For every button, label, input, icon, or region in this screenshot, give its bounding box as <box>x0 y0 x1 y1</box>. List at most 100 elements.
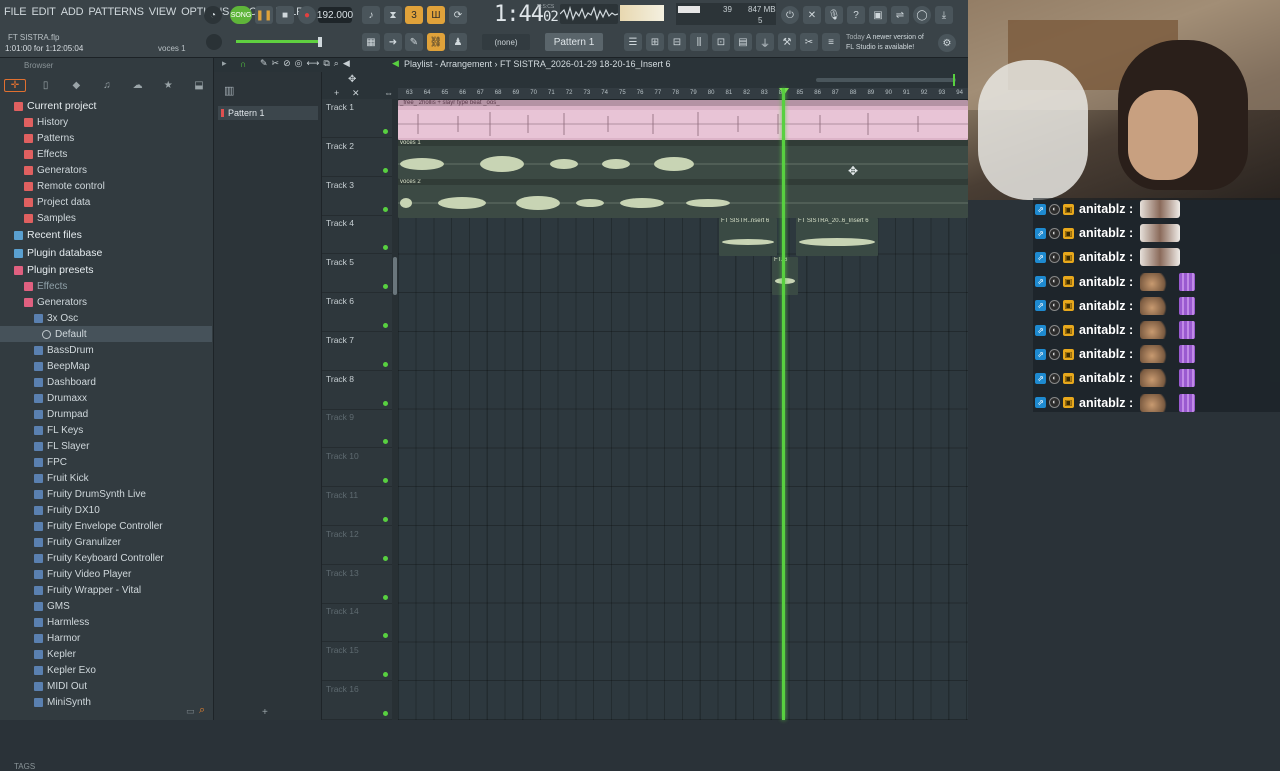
browser-item[interactable]: Project data <box>0 194 212 210</box>
browser-item[interactable]: MIDI Out <box>0 678 212 694</box>
faders-icon[interactable]: ⫼ <box>690 33 708 51</box>
browser-file-icon[interactable]: ▯ <box>35 80 57 91</box>
browser-item[interactable]: Patterns <box>0 130 212 146</box>
step-edit-icon[interactable]: Ш <box>427 6 445 24</box>
move-icon[interactable]: ✥ <box>348 74 356 85</box>
audio-clip-beat[interactable]: _free_ 2hollis + slayr type beat _oos_ <box>398 100 968 140</box>
browser-item[interactable]: BeepMap <box>0 358 212 374</box>
routing-icon[interactable]: ⊡ <box>712 33 730 51</box>
track-mute-led[interactable] <box>383 478 388 484</box>
news-panel[interactable]: Today A newer version of FL Studio is av… <box>846 33 924 53</box>
browser-item[interactable]: Plugin presets <box>0 262 212 278</box>
track-mute-led[interactable] <box>383 206 388 212</box>
playlist-icon[interactable]: ☰ <box>624 33 642 51</box>
browser-item[interactable]: MiniSynth <box>0 694 212 710</box>
menu-patterns[interactable]: PATTERNS <box>88 6 144 18</box>
playlist-options-icon[interactable]: ▸ <box>222 58 227 69</box>
scroll-thumb[interactable] <box>816 78 956 82</box>
track-mute-led[interactable] <box>383 323 388 328</box>
browser-item[interactable]: Fruit Kick <box>0 470 212 486</box>
browser-item[interactable]: Fruity Wrapper - Vital <box>0 582 212 598</box>
pattern-item[interactable]: Pattern 1 <box>218 106 318 120</box>
song-mode-button[interactable]: SONG <box>230 6 252 24</box>
track-mute-led[interactable] <box>383 517 388 522</box>
browser-item[interactable]: Current project <box>0 98 212 114</box>
audio-clip-insert-6-a[interactable]: FT SISTR..nsert 6 <box>719 218 777 256</box>
browser-item[interactable]: History <box>0 114 212 130</box>
browser-item[interactable]: FL Keys <box>0 422 212 438</box>
track-header[interactable]: Track 6 <box>322 293 392 332</box>
vertical-scroll-thumb[interactable] <box>393 257 397 295</box>
countdown-icon[interactable]: 3 <box>405 6 423 24</box>
add-track-icon[interactable]: + <box>334 88 339 98</box>
loop-record-icon[interactable]: ⟳ <box>449 6 467 24</box>
track-header[interactable]: Track 5 <box>322 254 392 294</box>
close-icon[interactable]: ✕ <box>803 6 821 24</box>
microphone-icon[interactable]: 🎙︎ <box>825 6 843 24</box>
brush-icon[interactable]: ✎ <box>405 33 423 51</box>
track-header[interactable]: Track 1 <box>322 99 392 138</box>
undo-history-icon[interactable]: ⏻ <box>781 6 799 24</box>
browser-item[interactable]: Harmless <box>0 614 212 630</box>
browser-item[interactable]: Generators <box>0 294 212 310</box>
master-volume-handle[interactable] <box>318 37 322 47</box>
browser-cloud-icon[interactable]: ☁ <box>127 80 149 91</box>
browser-item[interactable]: Generators <box>0 162 212 178</box>
audio-clip-insert-6-c[interactable]: FT..6 <box>772 257 798 295</box>
wrench-icon[interactable]: ⚒ <box>778 33 796 51</box>
browser-plugin-icon[interactable]: ◆ <box>65 80 87 91</box>
playlist-grid[interactable]: _free_ 2hollis + slayr type beat _oos_ v… <box>398 100 968 720</box>
stamp-icon[interactable]: ♟ <box>449 33 467 51</box>
browser-item[interactable]: Harmor <box>0 630 212 646</box>
pattern-snap-select[interactable]: (none) <box>482 34 530 50</box>
track-mute-led[interactable] <box>383 361 388 367</box>
track-header[interactable]: Track 7 <box>322 332 392 371</box>
browser-item[interactable]: Effects <box>0 278 212 294</box>
file-icon[interactable]: ▤ <box>734 33 752 51</box>
pattern-selector[interactable]: Pattern 1 <box>545 33 603 51</box>
pause-button[interactable]: ❚❚ <box>255 6 273 24</box>
gear-icon[interactable]: ⚙ <box>938 34 956 52</box>
tag-filter-icon[interactable]: ▭ <box>186 706 195 717</box>
browser-item[interactable]: Fruity DX10 <box>0 502 212 518</box>
menu-edit[interactable]: EDIT <box>31 6 55 18</box>
horizontal-scrollbar[interactable] <box>398 72 968 88</box>
save-icon[interactable]: ▣ <box>869 6 887 24</box>
browser-item[interactable]: Kepler Exo <box>0 662 212 678</box>
mixer-icon[interactable]: ⊟ <box>668 33 686 51</box>
audio-clip-voces-1[interactable]: voces 1 <box>398 140 968 179</box>
track-header[interactable]: Track 16 <box>322 681 392 720</box>
timeline-ruler[interactable]: 63 64 65 66 67 68 69 70 71 72 73 74 75 76 77 78 79 80 81 82… <box>398 88 968 100</box>
browser-item[interactable]: Remote control <box>0 178 212 194</box>
browser-item[interactable]: Fruity Granulizer <box>0 534 212 550</box>
download-icon[interactable]: ⤓ <box>935 6 953 24</box>
menu-view[interactable]: VIEW <box>149 6 177 18</box>
browser-item[interactable]: Effects <box>0 146 212 162</box>
track-mute-led[interactable] <box>383 129 388 134</box>
track-header[interactable]: Track 13 <box>322 565 392 604</box>
add-pattern-icon[interactable]: + <box>262 707 268 718</box>
track-header[interactable]: Track 11 <box>322 487 392 526</box>
chat-icon[interactable]: ◯ <box>913 6 931 24</box>
edit-tools-icon[interactable]: ✎✂⊘◎⟷⧉⌕◀ <box>260 58 354 69</box>
metronome-icon[interactable]: ♪ <box>362 6 380 24</box>
track-mute-led[interactable] <box>383 167 388 173</box>
browser-item[interactable]: Recent files <box>0 226 212 244</box>
browser-item[interactable]: FPC <box>0 454 212 470</box>
track-header[interactable]: Track 4 <box>322 215 392 255</box>
audio-clip-voces-2[interactable]: voces 2 <box>398 179 968 218</box>
track-mute-led[interactable] <box>383 555 388 561</box>
browser-item[interactable]: Samples <box>0 210 212 226</box>
track-mute-led[interactable] <box>383 711 388 716</box>
link-icon[interactable]: ⛓ <box>427 33 445 51</box>
track-header[interactable]: Track 9 <box>322 409 392 449</box>
browser-all-icon[interactable]: ✛ <box>4 78 26 92</box>
browser-item[interactable]: Default <box>0 326 212 342</box>
browser-item[interactable]: Drumaxx <box>0 390 212 406</box>
magnet-icon[interactable]: ∩ <box>240 59 246 69</box>
track-header[interactable]: Track 10 <box>322 448 392 488</box>
browser-item[interactable]: GMS <box>0 598 212 614</box>
track-mute-led[interactable] <box>383 633 388 639</box>
browser-item[interactable]: Drumpad <box>0 406 212 422</box>
track-header[interactable]: Track 8 <box>322 371 392 410</box>
